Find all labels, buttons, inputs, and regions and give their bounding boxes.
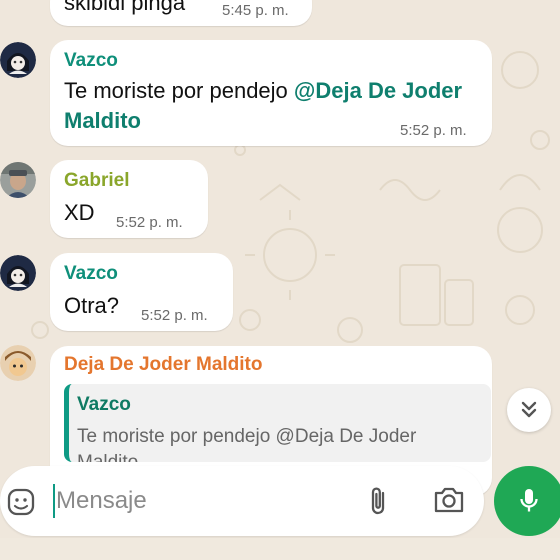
- message-time: 5:45 p. m.: [222, 2, 289, 19]
- paperclip-icon[interactable]: [365, 484, 393, 518]
- message-bubble[interactable]: Vazco Te moriste por pendejo @Deja De Jo…: [50, 40, 492, 146]
- scroll-to-bottom-button[interactable]: [507, 388, 551, 432]
- message-text: skibidi pinga: [64, 0, 186, 15]
- quoted-text: Te moriste por pendejo @Deja De Joder Ma…: [77, 426, 417, 462]
- message-bubble[interactable]: skibidi pinga 5:45 p. m.: [50, 0, 312, 26]
- sender-name: Vazco: [64, 263, 118, 284]
- avatar[interactable]: [0, 255, 36, 291]
- quoted-sender: Vazco: [77, 394, 131, 415]
- message-time: 5:52 p. m.: [116, 214, 183, 231]
- avatar[interactable]: [0, 42, 36, 78]
- sender-name: Deja De Joder Maldito: [64, 354, 263, 375]
- message-time: 5:52 p. m.: [141, 307, 208, 324]
- sender-name: Vazco: [64, 50, 118, 71]
- message-time: 5:52 p. m.: [400, 122, 467, 139]
- bottom-edge: [0, 538, 560, 560]
- message-bubble[interactable]: Vazco Otra? 5:52 p. m.: [50, 253, 233, 331]
- message-text: Otra?: [64, 293, 120, 318]
- message-composer[interactable]: Mensaje: [0, 466, 484, 536]
- sender-name: Gabriel: [64, 170, 130, 191]
- text-cursor: [53, 484, 55, 518]
- avatar[interactable]: [0, 162, 36, 198]
- message-text-body: Te moriste por pendejo: [64, 78, 294, 103]
- sticker-icon[interactable]: [6, 487, 36, 517]
- microphone-icon: [520, 489, 538, 512]
- camera-icon[interactable]: [432, 485, 466, 515]
- double-chevron-down-icon: [521, 401, 537, 418]
- quoted-message[interactable]: Vazco Te moriste por pendejo @Deja De Jo…: [64, 384, 491, 462]
- voice-message-button[interactable]: [494, 466, 560, 536]
- message-text: XD: [64, 200, 95, 225]
- message-bubble[interactable]: Gabriel XD 5:52 p. m.: [50, 160, 208, 238]
- message-input[interactable]: Mensaje: [56, 487, 147, 515]
- avatar[interactable]: [0, 345, 36, 381]
